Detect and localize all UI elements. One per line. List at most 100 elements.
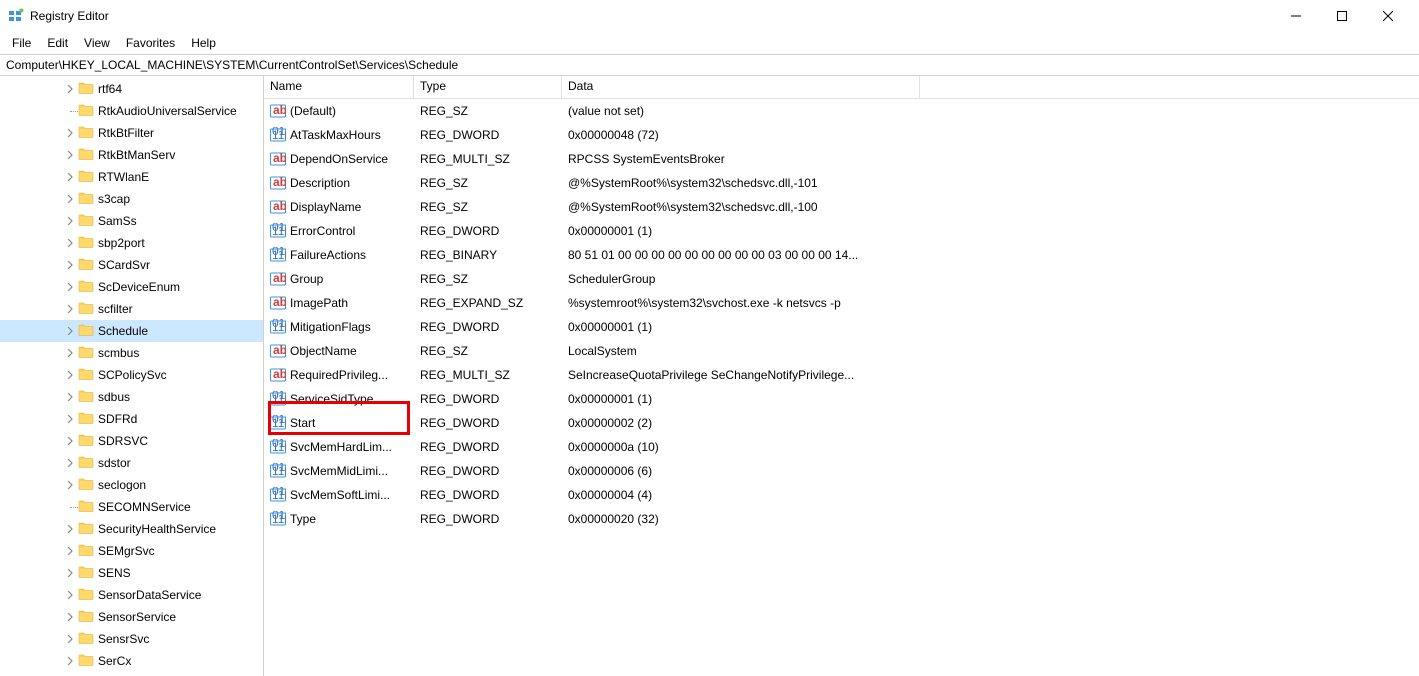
list-row[interactable]: ServiceSidTypeREG_DWORD0x00000001 (1) — [264, 387, 1419, 411]
chevron-right-icon[interactable] — [64, 193, 76, 205]
column-data[interactable]: Data — [562, 76, 920, 98]
chevron-right-icon[interactable] — [64, 127, 76, 139]
tree-node-rtwlane[interactable]: RTWlanE — [0, 166, 263, 188]
chevron-right-icon[interactable] — [64, 171, 76, 183]
chevron-right-icon[interactable] — [64, 347, 76, 359]
list-row[interactable]: (Default)REG_SZ(value not set) — [264, 99, 1419, 123]
tree-label: RTWlanE — [98, 170, 149, 184]
tree-node-securityhealthservice[interactable]: SecurityHealthService — [0, 518, 263, 540]
list-row[interactable]: DisplayNameREG_SZ@%SystemRoot%\system32\… — [264, 195, 1419, 219]
value-name: Start — [290, 416, 315, 430]
value-data-cell: 0x0000000a (10) — [562, 440, 920, 454]
list-row[interactable]: RequiredPrivileg...REG_MULTI_SZSeIncreas… — [264, 363, 1419, 387]
list-row[interactable]: SvcMemMidLimi...REG_DWORD0x00000006 (6) — [264, 459, 1419, 483]
chevron-right-icon[interactable] — [64, 303, 76, 315]
column-type[interactable]: Type — [414, 76, 562, 98]
chevron-right-icon[interactable] — [64, 413, 76, 425]
chevron-right-icon[interactable] — [64, 655, 76, 667]
tree-node-rtkbtmanserv[interactable]: RtkBtManServ — [0, 144, 263, 166]
chevron-right-icon[interactable] — [64, 567, 76, 579]
list-row[interactable]: ErrorControlREG_DWORD0x00000001 (1) — [264, 219, 1419, 243]
content-pane: rtf64RtkAudioUniversalServiceRtkBtFilter… — [0, 76, 1419, 676]
tree-node-s3cap[interactable]: s3cap — [0, 188, 263, 210]
value-type-cell: REG_DWORD — [414, 488, 562, 502]
list-row[interactable]: DependOnServiceREG_MULTI_SZRPCSS SystemE… — [264, 147, 1419, 171]
tree-node-sdrsvc[interactable]: SDRSVC — [0, 430, 263, 452]
menu-file[interactable]: File — [4, 34, 39, 52]
minimize-button[interactable] — [1273, 0, 1319, 32]
chevron-right-icon[interactable] — [64, 523, 76, 535]
tree-pane[interactable]: rtf64RtkAudioUniversalServiceRtkBtFilter… — [0, 76, 264, 676]
registry-string-icon — [270, 103, 286, 119]
value-name: ImagePath — [290, 296, 348, 310]
tree-node-rtkbtfilter[interactable]: RtkBtFilter — [0, 122, 263, 144]
list-row[interactable]: SvcMemSoftLimi...REG_DWORD0x00000004 (4) — [264, 483, 1419, 507]
tree-node-scfilter[interactable]: scfilter — [0, 298, 263, 320]
chevron-right-icon[interactable] — [64, 391, 76, 403]
tree-node-scardsvr[interactable]: SCardSvr — [0, 254, 263, 276]
address-text: Computer\HKEY_LOCAL_MACHINE\SYSTEM\Curre… — [6, 58, 458, 72]
chevron-right-icon[interactable] — [64, 611, 76, 623]
tree-label: Schedule — [98, 324, 148, 338]
tree-node-sdbus[interactable]: sdbus — [0, 386, 263, 408]
chevron-right-icon[interactable] — [64, 215, 76, 227]
tree-node-schedule[interactable]: Schedule — [0, 320, 263, 342]
value-data-cell: SeIncreaseQuotaPrivilege SeChangeNotifyP… — [562, 368, 920, 382]
tree-node-sensordataservice[interactable]: SensorDataService — [0, 584, 263, 606]
chevron-right-icon[interactable] — [64, 281, 76, 293]
list-row[interactable]: StartREG_DWORD0x00000002 (2) — [264, 411, 1419, 435]
tree-node-semgrsvc[interactable]: SEMgrSvc — [0, 540, 263, 562]
chevron-right-icon[interactable] — [64, 479, 76, 491]
chevron-right-icon[interactable] — [64, 369, 76, 381]
menu-help[interactable]: Help — [183, 34, 224, 52]
registry-binary-icon — [270, 463, 286, 479]
tree-node-secomnservice[interactable]: SECOMNService — [0, 496, 263, 518]
tree-node-scpolicysvc[interactable]: SCPolicySvc — [0, 364, 263, 386]
tree-label: scmbus — [98, 346, 139, 360]
chevron-right-icon[interactable] — [64, 325, 76, 337]
chevron-right-icon[interactable] — [64, 83, 76, 95]
tree-node-sensrsvc[interactable]: SensrSvc — [0, 628, 263, 650]
tree-node-sercx[interactable]: SerCx — [0, 650, 263, 672]
chevron-right-icon[interactable] — [64, 435, 76, 447]
chevron-right-icon[interactable] — [64, 237, 76, 249]
chevron-right-icon[interactable] — [64, 589, 76, 601]
chevron-right-icon[interactable] — [64, 149, 76, 161]
list-row[interactable]: SvcMemHardLim...REG_DWORD0x0000000a (10) — [264, 435, 1419, 459]
list-row[interactable]: MitigationFlagsREG_DWORD0x00000001 (1) — [264, 315, 1419, 339]
list-row[interactable]: ImagePathREG_EXPAND_SZ%systemroot%\syste… — [264, 291, 1419, 315]
list-row[interactable]: FailureActionsREG_BINARY80 51 01 00 00 0… — [264, 243, 1419, 267]
list-row[interactable]: AtTaskMaxHoursREG_DWORD0x00000048 (72) — [264, 123, 1419, 147]
value-name: Description — [290, 176, 350, 190]
tree-node-rtf64[interactable]: rtf64 — [0, 78, 263, 100]
tree-node-sensorservice[interactable]: SensorService — [0, 606, 263, 628]
menu-edit[interactable]: Edit — [39, 34, 76, 52]
column-name[interactable]: Name — [264, 76, 414, 98]
chevron-right-icon[interactable] — [64, 545, 76, 557]
address-bar[interactable]: Computer\HKEY_LOCAL_MACHINE\SYSTEM\Curre… — [0, 54, 1419, 76]
list-row[interactable]: TypeREG_DWORD0x00000020 (32) — [264, 507, 1419, 531]
tree-node-samss[interactable]: SamSs — [0, 210, 263, 232]
registry-string-icon — [270, 151, 286, 167]
tree-node-sdfrd[interactable]: SDFRd — [0, 408, 263, 430]
maximize-button[interactable] — [1319, 0, 1365, 32]
list-row[interactable]: DescriptionREG_SZ@%SystemRoot%\system32\… — [264, 171, 1419, 195]
tree-node-scdeviceenum[interactable]: ScDeviceEnum — [0, 276, 263, 298]
chevron-right-icon[interactable] — [64, 633, 76, 645]
list-body[interactable]: (Default)REG_SZ(value not set)AtTaskMaxH… — [264, 99, 1419, 676]
tree-node-sens[interactable]: SENS — [0, 562, 263, 584]
menu-favorites[interactable]: Favorites — [118, 34, 183, 52]
tree-node-scmbus[interactable]: scmbus — [0, 342, 263, 364]
chevron-right-icon[interactable] — [64, 457, 76, 469]
tree-label: SamSs — [98, 214, 137, 228]
chevron-right-icon[interactable] — [64, 259, 76, 271]
menu-view[interactable]: View — [76, 34, 118, 52]
tree-node-rtkaudiouniversalservice[interactable]: RtkAudioUniversalService — [0, 100, 263, 122]
close-button[interactable] — [1365, 0, 1411, 32]
tree-node-seclogon[interactable]: seclogon — [0, 474, 263, 496]
tree-node-sdstor[interactable]: sdstor — [0, 452, 263, 474]
list-row[interactable]: ObjectNameREG_SZLocalSystem — [264, 339, 1419, 363]
tree-node-sbp2port[interactable]: sbp2port — [0, 232, 263, 254]
list-row[interactable]: GroupREG_SZSchedulerGroup — [264, 267, 1419, 291]
list-pane[interactable]: Name Type Data (Default)REG_SZ(value not… — [264, 76, 1419, 676]
